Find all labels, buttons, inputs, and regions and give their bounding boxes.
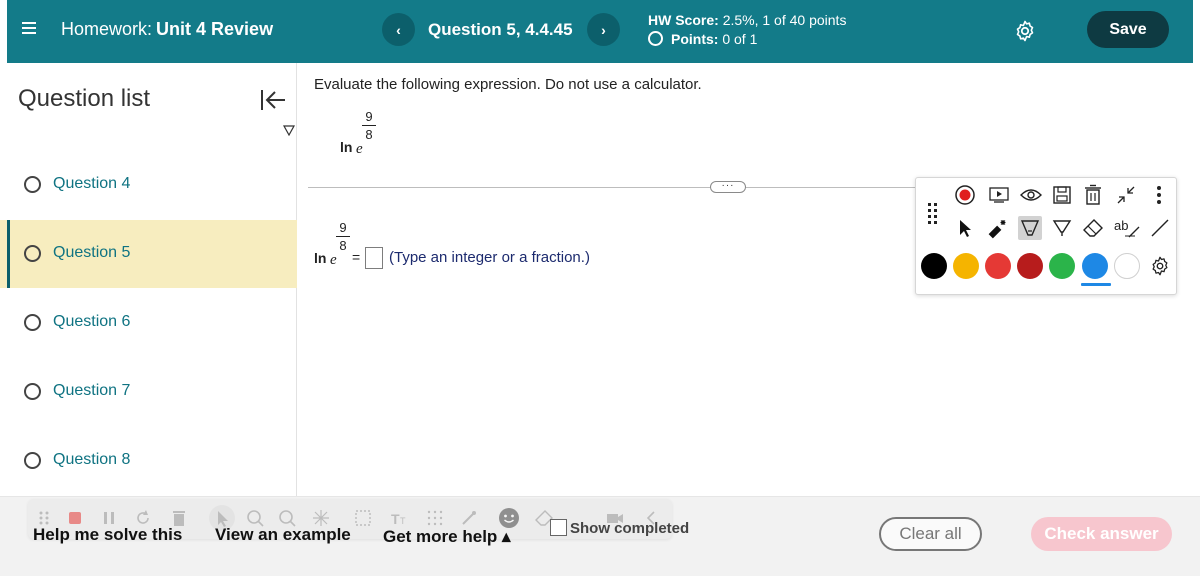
drag-grip-icon[interactable]: [928, 203, 940, 225]
question-list-item-6[interactable]: Question 6: [0, 289, 297, 357]
filter-triangle-icon[interactable]: [282, 123, 296, 137]
question-list-item-4[interactable]: Question 4: [0, 151, 297, 219]
question-status-radio: [24, 245, 41, 262]
view-example-button[interactable]: View an example: [215, 525, 351, 545]
color-swatch-yellow[interactable]: [953, 253, 979, 279]
question-status-radio: [24, 452, 41, 469]
exponent-numerator: 9: [339, 220, 347, 235]
text-size-icon: TT: [391, 511, 406, 527]
base-e: e: [330, 252, 337, 268]
show-completed-checkbox[interactable]: [550, 519, 567, 536]
points-value: 0 of 1: [722, 31, 758, 47]
magic-wand-icon: [462, 511, 476, 525]
base-e: e: [356, 141, 363, 157]
exponent-denominator: 8: [339, 238, 347, 253]
content-divider: [308, 187, 925, 188]
save-button[interactable]: Save: [1087, 11, 1169, 48]
homework-title: Homework: Unit 4 Review: [61, 19, 273, 40]
question-list-item-label: Question 5: [53, 244, 131, 261]
laser-pointer-icon[interactable]: [987, 216, 1011, 240]
eraser-icon[interactable]: [1081, 216, 1105, 240]
hamburger-menu-icon[interactable]: [19, 17, 41, 39]
svg-text:T: T: [391, 511, 400, 527]
previous-question-button[interactable]: ‹: [382, 13, 415, 46]
color-swatch-dark-red[interactable]: [1017, 253, 1043, 279]
answer-hint: (Type an integer or a fraction.): [389, 249, 590, 266]
record-icon[interactable]: [953, 183, 977, 207]
show-completed-label: Show completed: [570, 520, 690, 537]
question-list-item-label: Question 8: [53, 451, 131, 468]
eye-icon[interactable]: [1019, 183, 1043, 207]
question-label: Question 5, 4.4.45: [428, 20, 573, 39]
svg-text:T: T: [400, 516, 406, 526]
collapse-sidebar-icon[interactable]: [258, 87, 288, 113]
exponent-fraction: 9 8: [362, 109, 376, 142]
more-vertical-icon[interactable]: [1147, 183, 1171, 207]
hw-score-value: 2.5%, 1 of 40 points: [722, 12, 847, 28]
question-list-title: Question list: [18, 85, 151, 112]
show-completed-toggle[interactable]: Show completed: [550, 519, 689, 537]
select-box-icon: [355, 510, 371, 526]
text-tool-icon[interactable]: ab: [1113, 216, 1141, 240]
question-list-item-8[interactable]: Question 8: [0, 427, 297, 495]
color-swatch-black[interactable]: [921, 253, 947, 279]
question-list-item-label: Question 4: [53, 175, 131, 192]
exponent-numerator: 9: [365, 109, 373, 124]
equals-sign: =: [352, 249, 361, 265]
answer-input[interactable]: [365, 247, 383, 269]
question-instructions: Evaluate the following expression. Do no…: [314, 76, 702, 93]
get-more-help-button[interactable]: Get more help ▴: [383, 527, 511, 547]
selected-color-indicator: [1081, 283, 1111, 286]
question-list-item-7[interactable]: Question 7: [0, 358, 297, 426]
collapse-arrows-icon[interactable]: [1114, 183, 1138, 207]
question-status-radio: [24, 314, 41, 331]
points-ring-icon: [648, 31, 663, 46]
ln-function: ln: [314, 250, 327, 266]
exponent-denominator: 8: [365, 127, 373, 142]
highlighter-icon[interactable]: [1018, 216, 1042, 240]
line-tool-icon[interactable]: [1148, 216, 1172, 240]
color-swatch-blue[interactable]: [1082, 253, 1108, 279]
next-question-button[interactable]: ›: [587, 13, 620, 46]
exponent-fraction: 9 8: [336, 220, 350, 253]
color-swatch-white[interactable]: [1114, 253, 1140, 279]
color-swatch-green[interactable]: [1049, 253, 1075, 279]
question-list-item-label: Question 6: [53, 313, 131, 330]
play-video-icon[interactable]: [987, 183, 1011, 207]
pen-icon[interactable]: [1050, 216, 1074, 240]
app-window: Homework: Unit 4 Review ‹ Question 5, 4.4…: [0, 0, 1200, 576]
check-answer-button[interactable]: Check answer: [1031, 517, 1172, 551]
help-me-solve-button[interactable]: Help me solve this: [33, 525, 182, 545]
emoji-icon: [499, 508, 519, 528]
annotation-toolbar: ab: [915, 177, 1177, 295]
points-label: Points:: [671, 31, 719, 47]
ln-function: ln: [340, 139, 353, 155]
question-status-radio: [24, 383, 41, 400]
homework-name: Unit 4 Review: [156, 19, 274, 39]
question-list-item-5[interactable]: Question 5: [0, 220, 297, 288]
hw-score-label: HW Score:: [648, 12, 719, 28]
homework-prefix: Homework:: [61, 19, 153, 39]
score-panel: HW Score: 2.5%, 1 of 40 points Points: 0…: [648, 11, 846, 49]
save-disk-icon[interactable]: [1050, 183, 1074, 207]
question-status-radio: [24, 176, 41, 193]
grid-icon: [427, 510, 443, 526]
question-list-sidebar: Question list Question 4 Question 5 Ques…: [0, 63, 297, 496]
toolbar-settings-gear-icon[interactable]: [1148, 254, 1172, 278]
pointer-icon[interactable]: [953, 216, 977, 240]
trash-icon[interactable]: [1081, 183, 1105, 207]
divider-resize-handle[interactable]: ···: [710, 181, 746, 193]
color-swatch-red[interactable]: [985, 253, 1011, 279]
prompt-expression: ln e 9 8: [340, 109, 400, 159]
bottom-bar: TT Help me solve this View an example Ge…: [0, 496, 1200, 576]
clear-all-button[interactable]: Clear all: [879, 517, 982, 551]
settings-gear-icon[interactable]: [1013, 19, 1037, 43]
question-list-item-label: Question 7: [53, 382, 131, 399]
top-header: Homework: Unit 4 Review ‹ Question 5, 4.4…: [7, 0, 1193, 63]
text-tool-label: ab: [1114, 218, 1128, 233]
